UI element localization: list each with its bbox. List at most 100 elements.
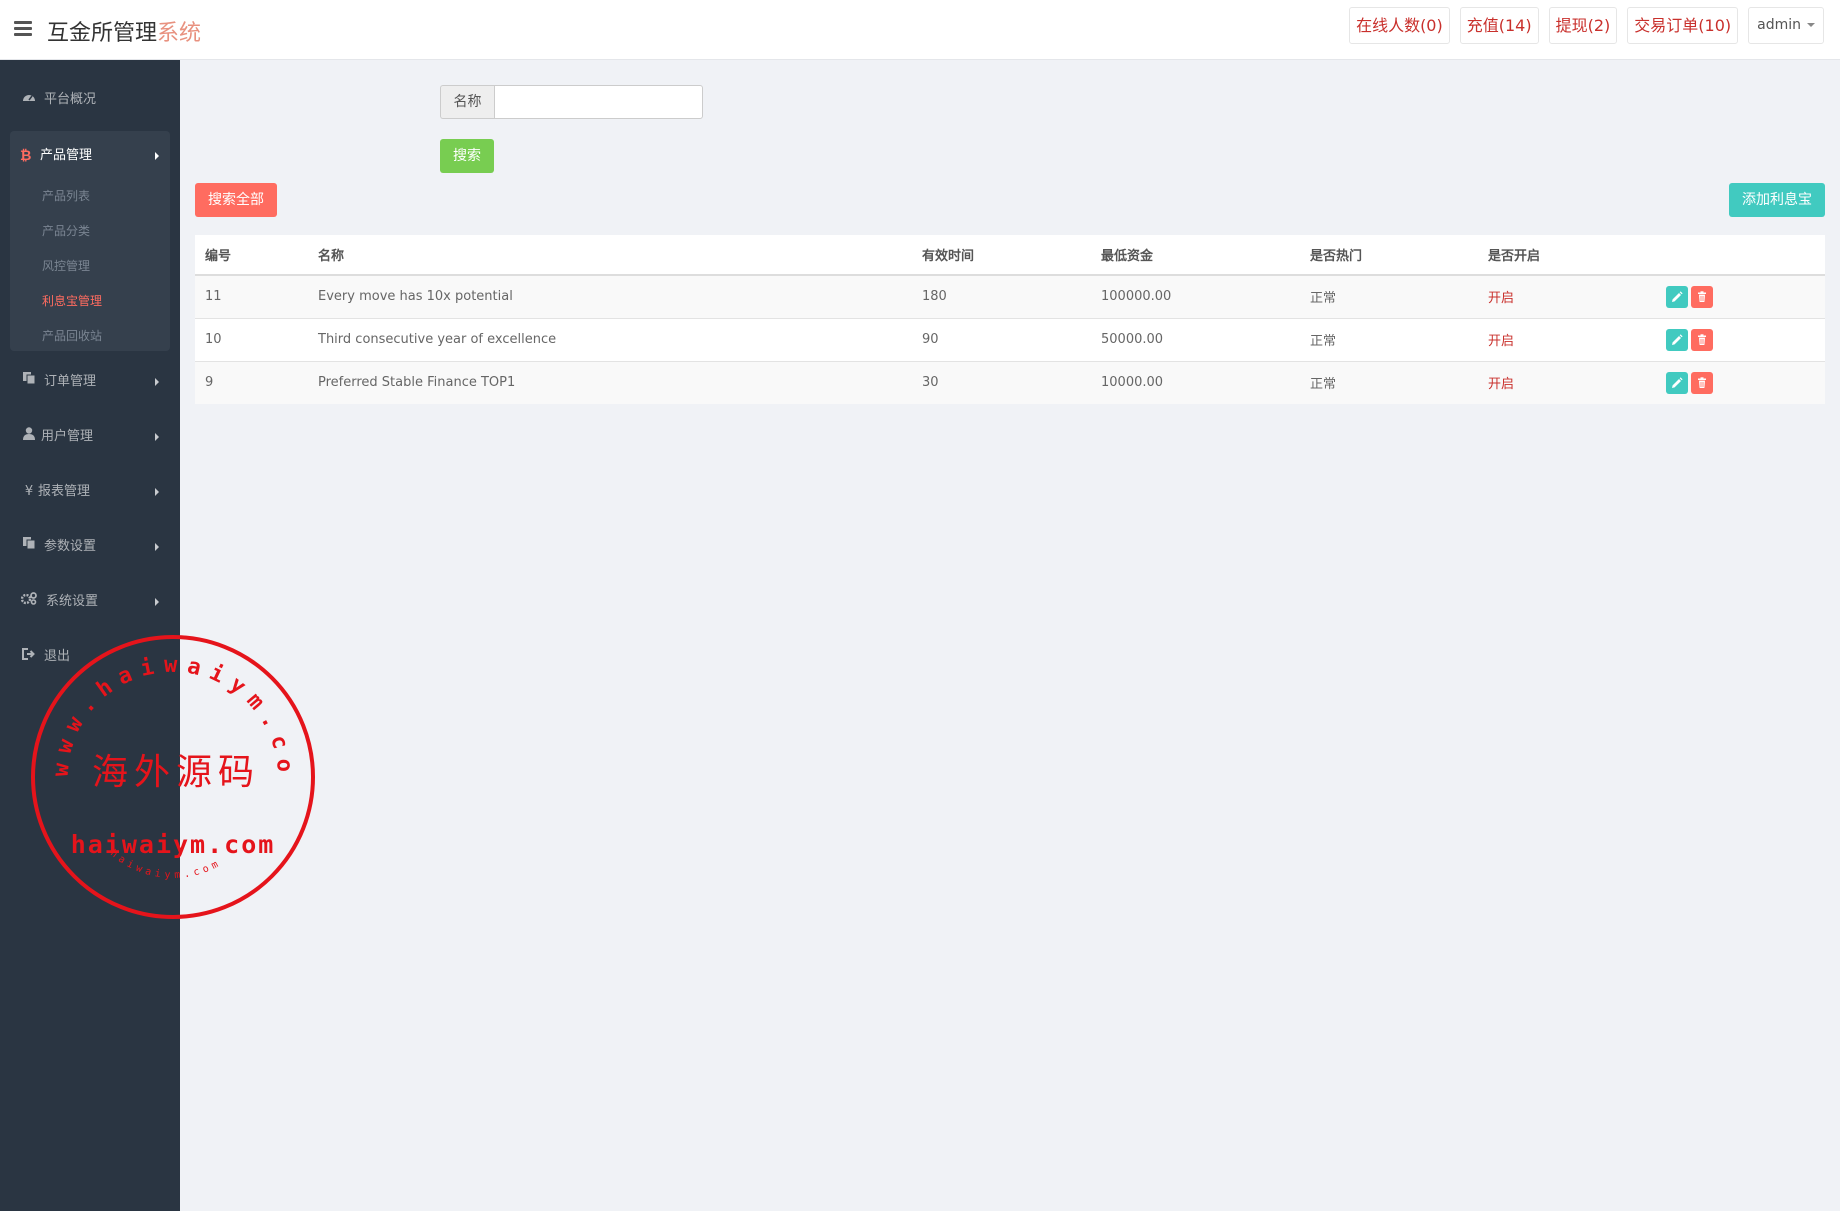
delete-button[interactable] [1691,285,1713,308]
cell-min-fund: 50000.00 [1091,317,1300,361]
pencil-icon [1672,377,1683,388]
cell-actions [1656,274,1825,318]
chevron-down-icon [1807,23,1815,27]
copy-icon [20,527,38,567]
sidebar-item-label: 退出 [44,649,71,664]
app-title-main: 互金所管理 [47,21,158,46]
sidebar-item-label: 平台概况 [44,92,97,107]
cell-enabled: 开启 [1478,274,1656,318]
sign-out-icon [20,637,38,677]
top-nav: 在线人数(0) 充值(14) 提现(2) 交易订单(10) admin [1339,7,1824,44]
table-row: 10 Third consecutive year of excellence … [195,317,1825,361]
cell-name: Third consecutive year of excellence [308,317,912,361]
sidebar-item-label: 参数设置 [44,539,97,554]
col-header-id: 编号 [195,235,308,276]
cell-min-fund: 100000.00 [1091,274,1300,318]
sidebar-item-params[interactable]: 参数设置 [0,527,180,567]
trash-icon [1698,333,1706,345]
chevron-right-icon [155,543,159,551]
cell-hot: 正常 [1300,274,1478,318]
sidebar-item-dashboard[interactable]: 平台概况 [0,80,180,120]
pencil-icon [1672,291,1683,302]
sidebar-item-users[interactable]: 用户管理 [0,417,180,457]
cell-hot: 正常 [1300,360,1478,404]
cell-enabled: 开启 [1478,317,1656,361]
col-header-min-fund: 最低资金 [1091,235,1300,276]
sidebar-item-label: 报表管理 [38,484,91,499]
add-interest-treasure-button[interactable]: 添加利息宝 [1729,183,1825,217]
table-row: 9 Preferred Stable Finance TOP1 30 10000… [195,360,1825,404]
cell-actions [1656,360,1825,404]
sidebar-subitem-product-category[interactable]: 产品分类 [42,216,162,246]
yen-icon: ¥ [24,484,34,499]
recharge-button[interactable]: 充值(14) [1459,7,1539,44]
cell-enabled: 开启 [1478,360,1656,404]
sidebar-item-orders[interactable]: 订单管理 [0,362,180,402]
copy-icon [20,362,38,402]
col-header-hot: 是否热门 [1300,235,1478,276]
app-title: 互金所管理系统 [47,15,201,47]
sidebar-subitem-risk-control[interactable]: 风控管理 [42,251,162,281]
gears-icon [20,582,38,622]
user-name: admin [1757,17,1801,33]
search-button[interactable]: 搜索 [440,139,494,173]
chevron-right-icon [155,488,159,496]
trade-orders-button[interactable]: 交易订单(10) [1627,7,1739,44]
col-header-actions [1656,235,1825,276]
edit-button[interactable] [1666,328,1688,351]
sidebar-item-logout[interactable]: 退出 [0,637,180,677]
trash-icon [1698,377,1706,388]
cell-id: 11 [195,274,308,318]
sidebar-item-label: 产品管理 [40,148,93,163]
delete-button[interactable] [1691,328,1713,351]
search-name-input[interactable] [494,85,703,119]
col-header-name: 名称 [308,235,912,276]
user-menu-button[interactable]: admin [1748,7,1824,44]
chevron-right-icon [155,152,159,160]
sidebar-item-system[interactable]: 系统设置 [0,582,180,622]
cell-min-fund: 10000.00 [1091,360,1300,404]
search-name-label: 名称 [440,85,494,119]
sidebar-item-label: 订单管理 [44,374,97,389]
trash-icon [1698,291,1706,302]
cell-id: 9 [195,360,308,404]
app-title-accent: 系统 [157,21,202,46]
bitcoin-icon: ₿ [20,148,32,164]
cell-hot: 正常 [1300,317,1478,361]
sidebar-subitem-interest-treasure[interactable]: 利息宝管理 [42,286,162,316]
sidebar-item-reports[interactable]: ¥ 报表管理 [0,472,180,512]
sidebar-item-products[interactable]: ₿ 产品管理 [10,131,170,181]
delete-button[interactable] [1691,371,1713,394]
search-name-group: 名称 [440,85,703,119]
sidebar-item-label: 用户管理 [41,429,94,444]
sidebar-submenu-products: ₿ 产品管理 产品列表 产品分类 风控管理 利息宝管理 产品回收站 [10,131,170,351]
chevron-right-icon [155,433,159,441]
search-all-button[interactable]: 搜索全部 [195,183,277,217]
products-table: 编号 名称 有效时间 最低资金 是否热门 是否开启 11 Every move … [195,235,1825,404]
sidebar: 平台概况 ₿ 产品管理 产品列表 产品分类 风控管理 利息宝管理 产品回收站 订… [0,60,180,1211]
cell-id: 10 [195,317,308,361]
user-icon [20,417,38,457]
sidebar-subitem-recycle-bin[interactable]: 产品回收站 [42,321,162,351]
sidebar-subitem-product-list[interactable]: 产品列表 [42,181,162,211]
products-table-panel: 编号 名称 有效时间 最低资金 是否热门 是否开启 11 Every move … [195,235,1825,404]
chevron-right-icon [155,378,159,386]
edit-button[interactable] [1666,371,1688,394]
dashboard-icon [20,80,38,120]
table-header-row: 编号 名称 有效时间 最低资金 是否热门 是否开启 [195,235,1825,276]
chevron-right-icon [155,598,159,606]
pencil-icon [1672,333,1683,345]
cell-duration: 30 [912,360,1091,404]
sidebar-item-label: 系统设置 [46,594,99,609]
table-row: 11 Every move has 10x potential 180 1000… [195,274,1825,318]
col-header-enabled: 是否开启 [1478,235,1656,276]
cell-duration: 180 [912,274,1091,318]
menu-toggle-icon[interactable] [14,21,32,36]
edit-button[interactable] [1666,285,1688,308]
cell-name: Every move has 10x potential [308,274,912,318]
online-users-button[interactable]: 在线人数(0) [1349,7,1450,44]
cell-name: Preferred Stable Finance TOP1 [308,360,912,404]
withdraw-button[interactable]: 提现(2) [1548,7,1618,44]
cell-duration: 90 [912,317,1091,361]
cell-actions [1656,317,1825,361]
